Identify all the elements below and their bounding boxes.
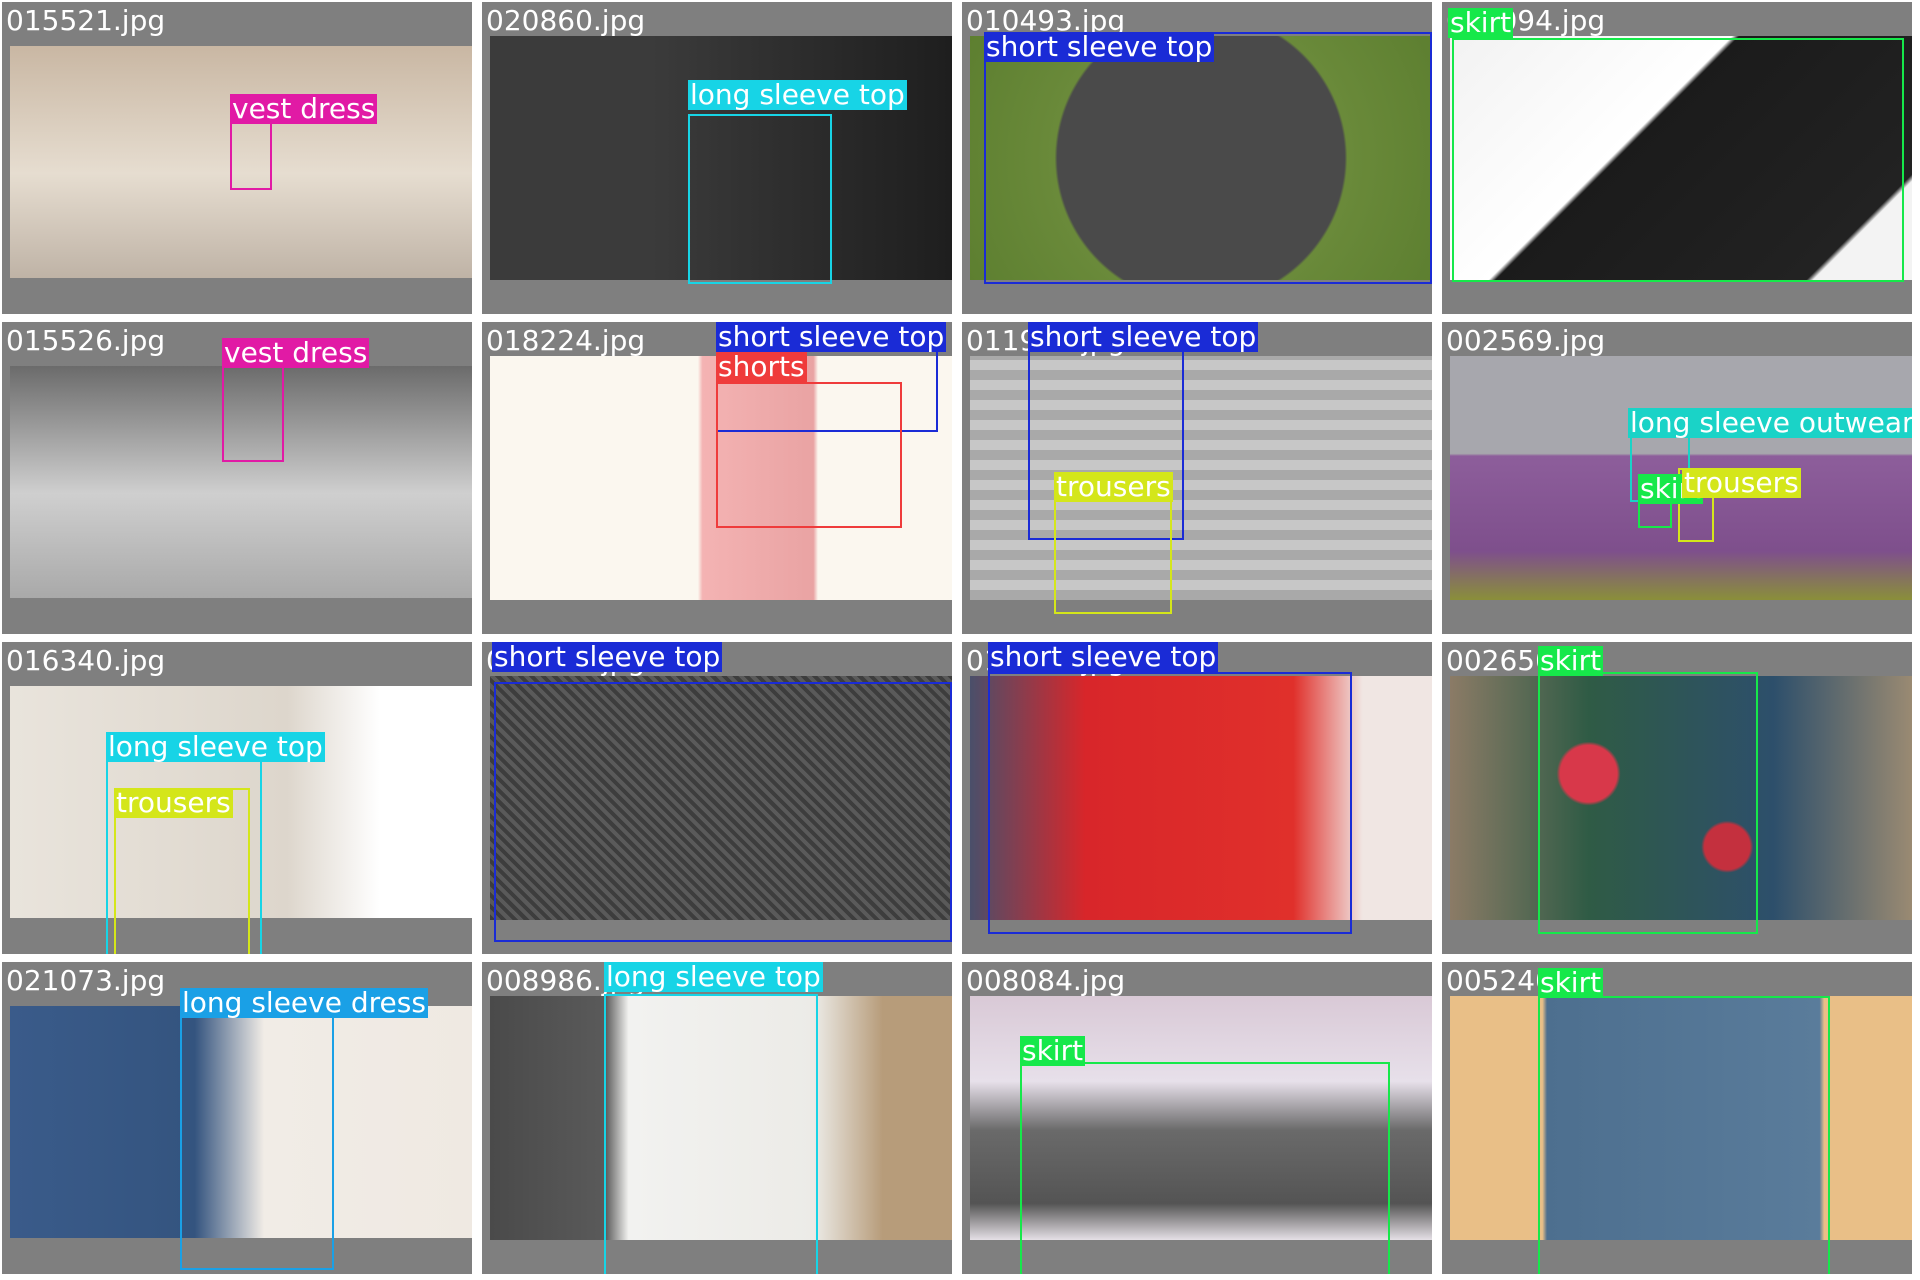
bounding-box bbox=[1452, 38, 1904, 282]
detection-label: short sleeve top bbox=[492, 642, 723, 673]
detection-label: trousers bbox=[1054, 470, 1173, 503]
filename-label: 002569.jpg bbox=[1446, 324, 1606, 357]
grid-tile: 002650.jpg skirt bbox=[1442, 642, 1912, 954]
bounding-box bbox=[604, 994, 818, 1274]
detection-label: long sleeve top bbox=[106, 730, 325, 763]
detection-label: long sleeve outwear bbox=[1628, 408, 1912, 438]
grid-tile: 008084.jpg skirt bbox=[962, 962, 1432, 1274]
bounding-box bbox=[988, 672, 1352, 934]
detection-label: long sleeve top bbox=[688, 78, 907, 111]
detection-label: long sleeve dress bbox=[180, 986, 428, 1019]
detection-label: short sleeve top bbox=[1028, 322, 1259, 353]
grid-tile: 012880.jpgshort sleeve top bbox=[962, 642, 1432, 954]
bounding-box bbox=[222, 364, 284, 462]
detection-label: shorts bbox=[716, 350, 807, 383]
bounding-box bbox=[230, 120, 272, 190]
detection-label: long sleeve top bbox=[604, 962, 823, 993]
detection-label: short sleeve top bbox=[716, 322, 947, 353]
grid-tile: 005240.jpg skirt bbox=[1442, 962, 1912, 1274]
bounding-box bbox=[716, 382, 902, 528]
detection-label: skirt bbox=[1538, 644, 1604, 677]
bounding-box bbox=[1538, 672, 1758, 934]
bounding-box bbox=[688, 114, 832, 284]
grid-tile: 001880.jpgshort sleeve top bbox=[482, 642, 952, 954]
filename-label: 018224.jpg bbox=[486, 324, 646, 357]
detection-label: trousers bbox=[1682, 466, 1801, 499]
grid-tile: 011999.jpgshort sleeve toptrousers bbox=[962, 322, 1432, 634]
filename-label: 015526.jpg bbox=[6, 324, 166, 357]
grid-tile: 016340.jpg long sleeve top trousers bbox=[2, 642, 472, 954]
bounding-box bbox=[1020, 1062, 1390, 1274]
grid-tile: 008986.jpg long sleeve top bbox=[482, 962, 952, 1274]
detection-grid: 015521.jpg vest dress 020860.jpg long sleev… bbox=[0, 0, 1920, 1280]
bounding-box bbox=[180, 1016, 334, 1270]
detection-label: short sleeve top bbox=[984, 30, 1215, 63]
detection-label: skirt bbox=[1538, 966, 1604, 999]
bounding-box bbox=[1538, 996, 1830, 1274]
grid-tile: 021073.jpg long sleeve dress bbox=[2, 962, 472, 1274]
detection-label: vest dress bbox=[222, 336, 370, 369]
grid-tile: 002569.jpg long sleeve outwear skirt trouse… bbox=[1442, 322, 1912, 634]
detection-label: skirt bbox=[1448, 6, 1514, 39]
grid-tile: 020860.jpg long sleeve top bbox=[482, 2, 952, 314]
bounding-box bbox=[984, 32, 1432, 284]
grid-tile: 010493.jpg short sleeve top bbox=[962, 2, 1432, 314]
detection-label: trousers bbox=[114, 786, 233, 819]
filename-label: 016340.jpg bbox=[6, 644, 166, 677]
filename-label: 021073.jpg bbox=[6, 964, 166, 997]
bounding-box bbox=[1054, 498, 1172, 614]
bounding-box bbox=[494, 682, 952, 942]
grid-tile: 015526.jpg vest dress bbox=[2, 322, 472, 634]
grid-tile: 003094.jpg skirt bbox=[1442, 2, 1912, 314]
detection-label: skirt bbox=[1020, 1034, 1086, 1067]
filename-label: 015521.jpg bbox=[6, 4, 166, 37]
filename-label: 020860.jpg bbox=[486, 4, 646, 37]
filename-label: 008084.jpg bbox=[966, 964, 1126, 997]
detection-label: short sleeve top bbox=[988, 642, 1219, 673]
grid-tile: 018224.jpg short sleeve top shorts bbox=[482, 322, 952, 634]
grid-tile: 015521.jpg vest dress bbox=[2, 2, 472, 314]
detection-label: vest dress bbox=[230, 92, 378, 125]
